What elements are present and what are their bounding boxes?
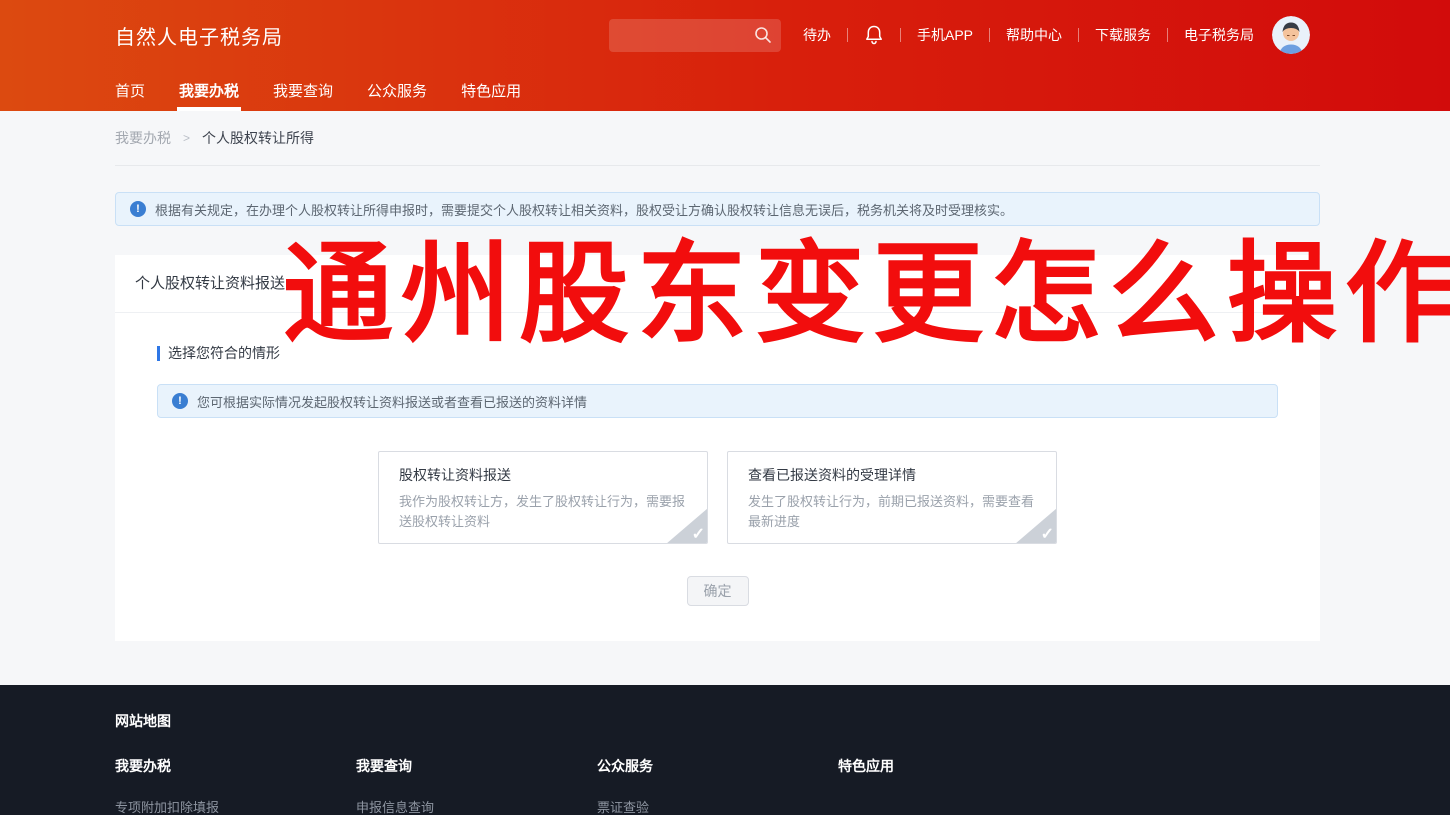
header-quick-links: 待办 手机APP 帮助中心 下载服务 电子税务局 (803, 24, 1254, 46)
section-header: 选择您符合的情形 (157, 343, 1278, 363)
check-glyph: ✓ (1041, 527, 1054, 543)
footer-col-public-service: 公众服务 票证查验 (597, 756, 838, 815)
notification-bell-icon[interactable] (864, 24, 884, 46)
divider (1078, 28, 1079, 42)
option-title: 股权转让资料报送 (399, 465, 687, 485)
section-accent-bar (157, 346, 160, 361)
footer-col-featured-apps: 特色应用 (838, 756, 1079, 815)
search-icon[interactable] (754, 26, 772, 44)
breadcrumb-separator: > (183, 131, 190, 145)
footer-link-special-deduction[interactable]: 专项附加扣除填报 (115, 797, 356, 815)
info-icon: ! (172, 393, 188, 409)
footer-col-header: 我要查询 (356, 756, 597, 776)
footer-columns: 我要办税 专项附加扣除填报 我要查询 申报信息查询 公众服务 票证查验 特色应用 (115, 756, 1450, 815)
nav-tab-tax-handling[interactable]: 我要办税 (179, 70, 239, 111)
notice-text: 根据有关规定，在办理个人股权转让所得申报时，需要提交个人股权转让相关资料，股权受… (155, 200, 1013, 219)
footer-col-tax-handling: 我要办税 专项附加扣除填报 (115, 756, 356, 815)
nav-tab-inquiry[interactable]: 我要查询 (273, 70, 333, 111)
divider (847, 28, 848, 42)
nav-tab-home[interactable]: 首页 (115, 70, 145, 111)
hint-text: 您可根据实际情况发起股权转让资料报送或者查看已报送的资料详情 (197, 392, 587, 411)
option-card-view-progress[interactable]: 查看已报送资料的受理详情 发生了股权转让行为，前期已报送资料，需要查看最新进度 … (727, 451, 1057, 544)
panel-title: 个人股权转让资料报送 (115, 255, 1320, 313)
help-center-link[interactable]: 帮助中心 (1006, 25, 1062, 45)
divider (1167, 28, 1168, 42)
site-logo[interactable]: 自然人电子税务局 (115, 21, 283, 50)
confirm-row: 确定 (157, 576, 1278, 606)
option-description: 我作为股权转让方，发生了股权转让行为，需要报送股权转让资料 (399, 492, 687, 532)
header-top-row: 自然人电子税务局 待办 手机APP 帮助中心 下载服务 (0, 0, 1450, 70)
nav-tab-featured-apps[interactable]: 特色应用 (461, 70, 521, 111)
hint-alert: ! 您可根据实际情况发起股权转让资料报送或者查看已报送的资料详情 (157, 384, 1278, 418)
option-cards-row: 股权转让资料报送 我作为股权转让方，发生了股权转让行为，需要报送股权转让资料 ✓… (157, 451, 1278, 544)
option-description: 发生了股权转让行为，前期已报送资料，需要查看最新进度 (748, 492, 1036, 532)
footer-sitemap-title: 网站地图 (115, 711, 1450, 731)
nav-tab-public-service[interactable]: 公众服务 (367, 70, 427, 111)
todo-link[interactable]: 待办 (803, 25, 831, 45)
footer-link-declaration-info[interactable]: 申报信息查询 (356, 797, 597, 815)
header-search[interactable] (609, 19, 781, 52)
breadcrumb-current: 个人股权转让所得 (202, 128, 314, 148)
notice-alert: ! 根据有关规定，在办理个人股权转让所得申报时，需要提交个人股权转让相关资料，股… (115, 192, 1320, 226)
panel-body: 选择您符合的情形 ! 您可根据实际情况发起股权转让资料报送或者查看已报送的资料详… (115, 313, 1320, 606)
confirm-button[interactable]: 确定 (687, 576, 749, 606)
download-service-link[interactable]: 下载服务 (1095, 25, 1151, 45)
option-card-submit-materials[interactable]: 股权转让资料报送 我作为股权转让方，发生了股权转让行为，需要报送股权转让资料 ✓ (378, 451, 708, 544)
main-nav: 首页 我要办税 我要查询 公众服务 特色应用 (0, 70, 1450, 111)
user-avatar[interactable] (1272, 16, 1310, 54)
mobile-app-link[interactable]: 手机APP (917, 25, 973, 45)
divider (989, 28, 990, 42)
site-footer: 网站地图 我要办税 专项附加扣除填报 我要查询 申报信息查询 公众服务 票证查验… (0, 685, 1450, 815)
site-header: 自然人电子税务局 待办 手机APP 帮助中心 下载服务 (0, 0, 1450, 111)
main-panel: 个人股权转让资料报送 选择您符合的情形 ! 您可根据实际情况发起股权转让资料报送… (115, 255, 1320, 641)
option-title: 查看已报送资料的受理详情 (748, 465, 1036, 485)
divider (900, 28, 901, 42)
footer-col-inquiry: 我要查询 申报信息查询 (356, 756, 597, 815)
breadcrumb: 我要办税 > 个人股权转让所得 (115, 111, 1320, 166)
page-content: 我要办税 > 个人股权转让所得 ! 根据有关规定，在办理个人股权转让所得申报时，… (115, 111, 1320, 641)
info-icon: ! (130, 201, 146, 217)
footer-link-ticket-verification[interactable]: 票证查验 (597, 797, 838, 815)
section-title: 选择您符合的情形 (168, 343, 280, 363)
footer-col-header: 特色应用 (838, 756, 1079, 776)
footer-col-header: 公众服务 (597, 756, 838, 776)
check-glyph: ✓ (692, 527, 705, 543)
footer-col-header: 我要办税 (115, 756, 356, 776)
etax-bureau-link[interactable]: 电子税务局 (1184, 25, 1254, 45)
breadcrumb-parent[interactable]: 我要办税 (115, 128, 171, 148)
